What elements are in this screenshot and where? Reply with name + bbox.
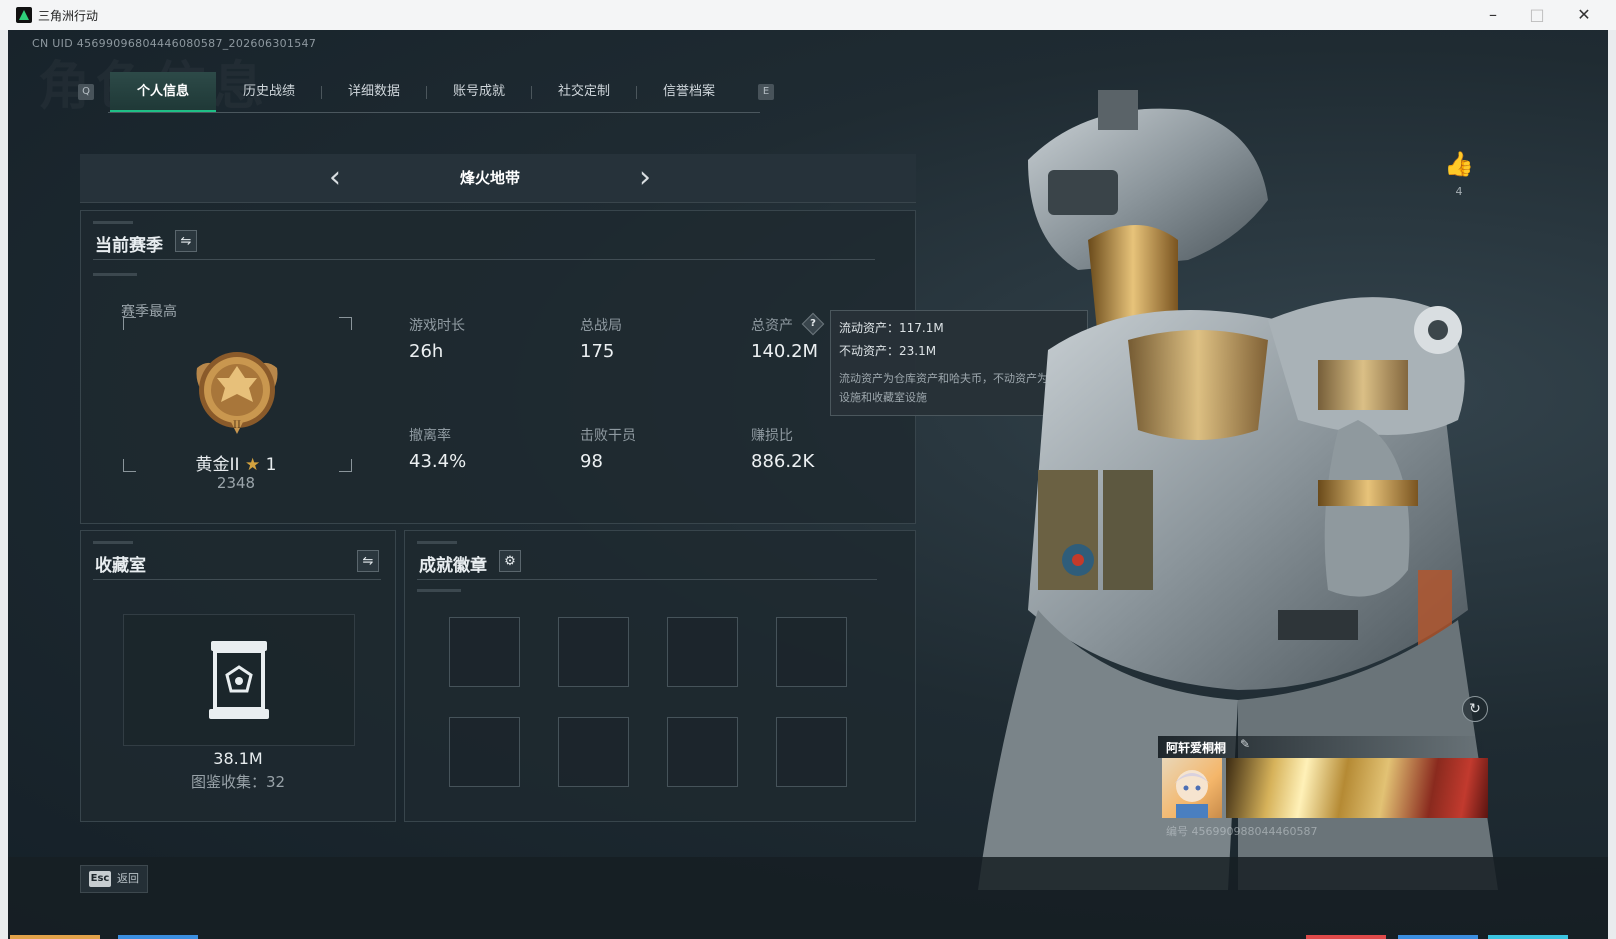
star-icon: ★	[244, 455, 261, 475]
gear-icon[interactable]: ⚙	[499, 550, 521, 572]
panel-divider	[93, 579, 381, 580]
stat-value-extract-rate: 43.4%	[409, 451, 467, 472]
swap-icon[interactable]: ⇋	[175, 230, 197, 252]
stat-label-assets: 总资产	[751, 318, 793, 334]
next-tab-key[interactable]: E	[758, 84, 774, 100]
esc-key-hint: Esc	[89, 871, 111, 887]
tab-detailed-data[interactable]: 详细数据	[321, 72, 427, 112]
mode-title: 烽火地带	[459, 169, 520, 187]
panel-deco	[93, 221, 133, 224]
stat-value-assets: 140.2M	[751, 341, 819, 362]
window-titlebar: 三角洲行动 – □ ✕	[0, 0, 1616, 31]
panel-deco	[93, 273, 137, 276]
game-viewport: 角色信息 CN UID 456990968044460805​87_202606…	[8, 30, 1608, 939]
stat-value-playtime: 26h	[409, 341, 444, 362]
frame-corner	[339, 317, 352, 330]
rank-name: 黄金II	[195, 455, 240, 475]
frame-corner	[123, 459, 136, 472]
taskbar-indicator	[118, 935, 198, 939]
panel-deco	[417, 589, 461, 592]
stat-label-playtime: 游戏时长	[409, 318, 465, 334]
thumbs-up-icon[interactable]: 👍	[1444, 150, 1474, 178]
stat-value-kills: 98	[580, 451, 603, 472]
taskbar-indicator	[1306, 935, 1386, 939]
gold-rank-medal-icon: II	[196, 352, 278, 434]
uid-label: CN UID 456990968044460805​87_20260630154…	[32, 37, 317, 50]
refresh-icon[interactable]: ↻	[1462, 696, 1488, 722]
rank-label: 黄金II ★ 1	[161, 450, 311, 475]
badge-slot[interactable]	[776, 717, 847, 787]
badge-slot[interactable]	[776, 617, 847, 687]
player-nickname: 阿轩爱桐桐	[1166, 741, 1227, 755]
tab-underline	[108, 112, 760, 113]
collection-value: 38.1M	[213, 749, 263, 768]
rank-score: 2348	[216, 474, 256, 492]
player-avatar[interactable]	[1162, 758, 1222, 818]
collection-title: 收藏室	[95, 556, 146, 576]
tab-credit[interactable]: 信誉档案	[636, 72, 742, 112]
badge-slot[interactable]	[667, 717, 738, 787]
app-icon	[16, 7, 32, 23]
like-count: 4	[1455, 185, 1463, 198]
window-title: 三角洲行动	[38, 9, 99, 23]
badge-slot[interactable]	[449, 717, 520, 787]
taskbar-indicator	[1488, 935, 1568, 939]
window-border-right	[1608, 30, 1616, 939]
stat-label-extract-rate: 撤离率	[409, 428, 451, 444]
tab-personal-info[interactable]: 个人信息	[110, 72, 216, 112]
badge-slot[interactable]	[667, 617, 738, 687]
stat-label-kills: 击败干员	[580, 428, 636, 444]
prev-tab-key[interactable]: Q	[78, 84, 94, 100]
badge-slot[interactable]	[449, 617, 520, 687]
tab-history[interactable]: 历史战绩	[216, 72, 322, 112]
rank-level: 1	[265, 455, 277, 475]
help-icon[interactable]: ?	[801, 312, 825, 336]
mode-selector: ‹ 烽火地带 ›	[80, 154, 916, 203]
maximize-button[interactable]: □	[1517, 4, 1557, 26]
panel-divider	[417, 579, 877, 580]
season-panel: 当前赛季 ⇋ 赛季最高 II 黄金II ★ 1 2348 游戏时长 26h 总战…	[80, 210, 916, 524]
tab-social[interactable]: 社交定制	[531, 72, 637, 112]
badges-panel: 成就徽章 ⚙	[404, 530, 916, 822]
badge-slot[interactable]	[558, 617, 629, 687]
frame-corner	[123, 317, 136, 330]
close-button[interactable]: ✕	[1564, 4, 1604, 26]
stat-value-matches: 175	[580, 341, 615, 362]
season-title: 当前赛季	[95, 236, 163, 256]
swap-icon[interactable]: ⇋	[357, 550, 379, 572]
tooltip-liquid-assets: 流动资产：117.1M	[839, 321, 944, 335]
display-case-icon	[209, 641, 269, 719]
tooltip-fixed-assets: 不动资产：23.1M	[839, 344, 937, 358]
chevron-left-icon[interactable]: ‹	[320, 160, 350, 196]
frame-corner	[339, 459, 352, 472]
collection-panel: 收藏室 ⇋ 38.1M 图鉴收集：32	[80, 530, 396, 822]
minimize-button[interactable]: –	[1473, 4, 1513, 26]
badges-title: 成就徽章	[419, 556, 487, 576]
panel-deco	[417, 541, 457, 544]
back-label: 返回	[117, 872, 139, 885]
avatar-illustration	[1174, 770, 1210, 818]
player-banner[interactable]	[1226, 758, 1488, 818]
chevron-right-icon[interactable]: ›	[630, 160, 660, 196]
back-button[interactable]: Esc 返回	[80, 865, 148, 893]
window-border-left	[0, 30, 8, 939]
bottom-bar	[8, 857, 1608, 939]
svg-text:II: II	[233, 420, 241, 431]
panel-deco	[93, 541, 133, 544]
stat-label-profit-ratio: 赚损比	[751, 428, 793, 444]
edit-icon[interactable]: ✎	[1240, 737, 1250, 751]
stat-value-profit-ratio: 886.2K	[751, 451, 815, 472]
player-id: 编号 456990988044460587	[1166, 825, 1318, 838]
tab-achievements[interactable]: 账号成就	[426, 72, 532, 112]
stat-label-matches: 总战局	[580, 318, 622, 334]
badge-slot[interactable]	[558, 717, 629, 787]
collection-count: 图鉴收集：32	[190, 773, 286, 791]
taskbar-indicator	[1398, 935, 1478, 939]
panel-divider	[93, 259, 875, 260]
taskbar-indicator	[10, 935, 100, 939]
